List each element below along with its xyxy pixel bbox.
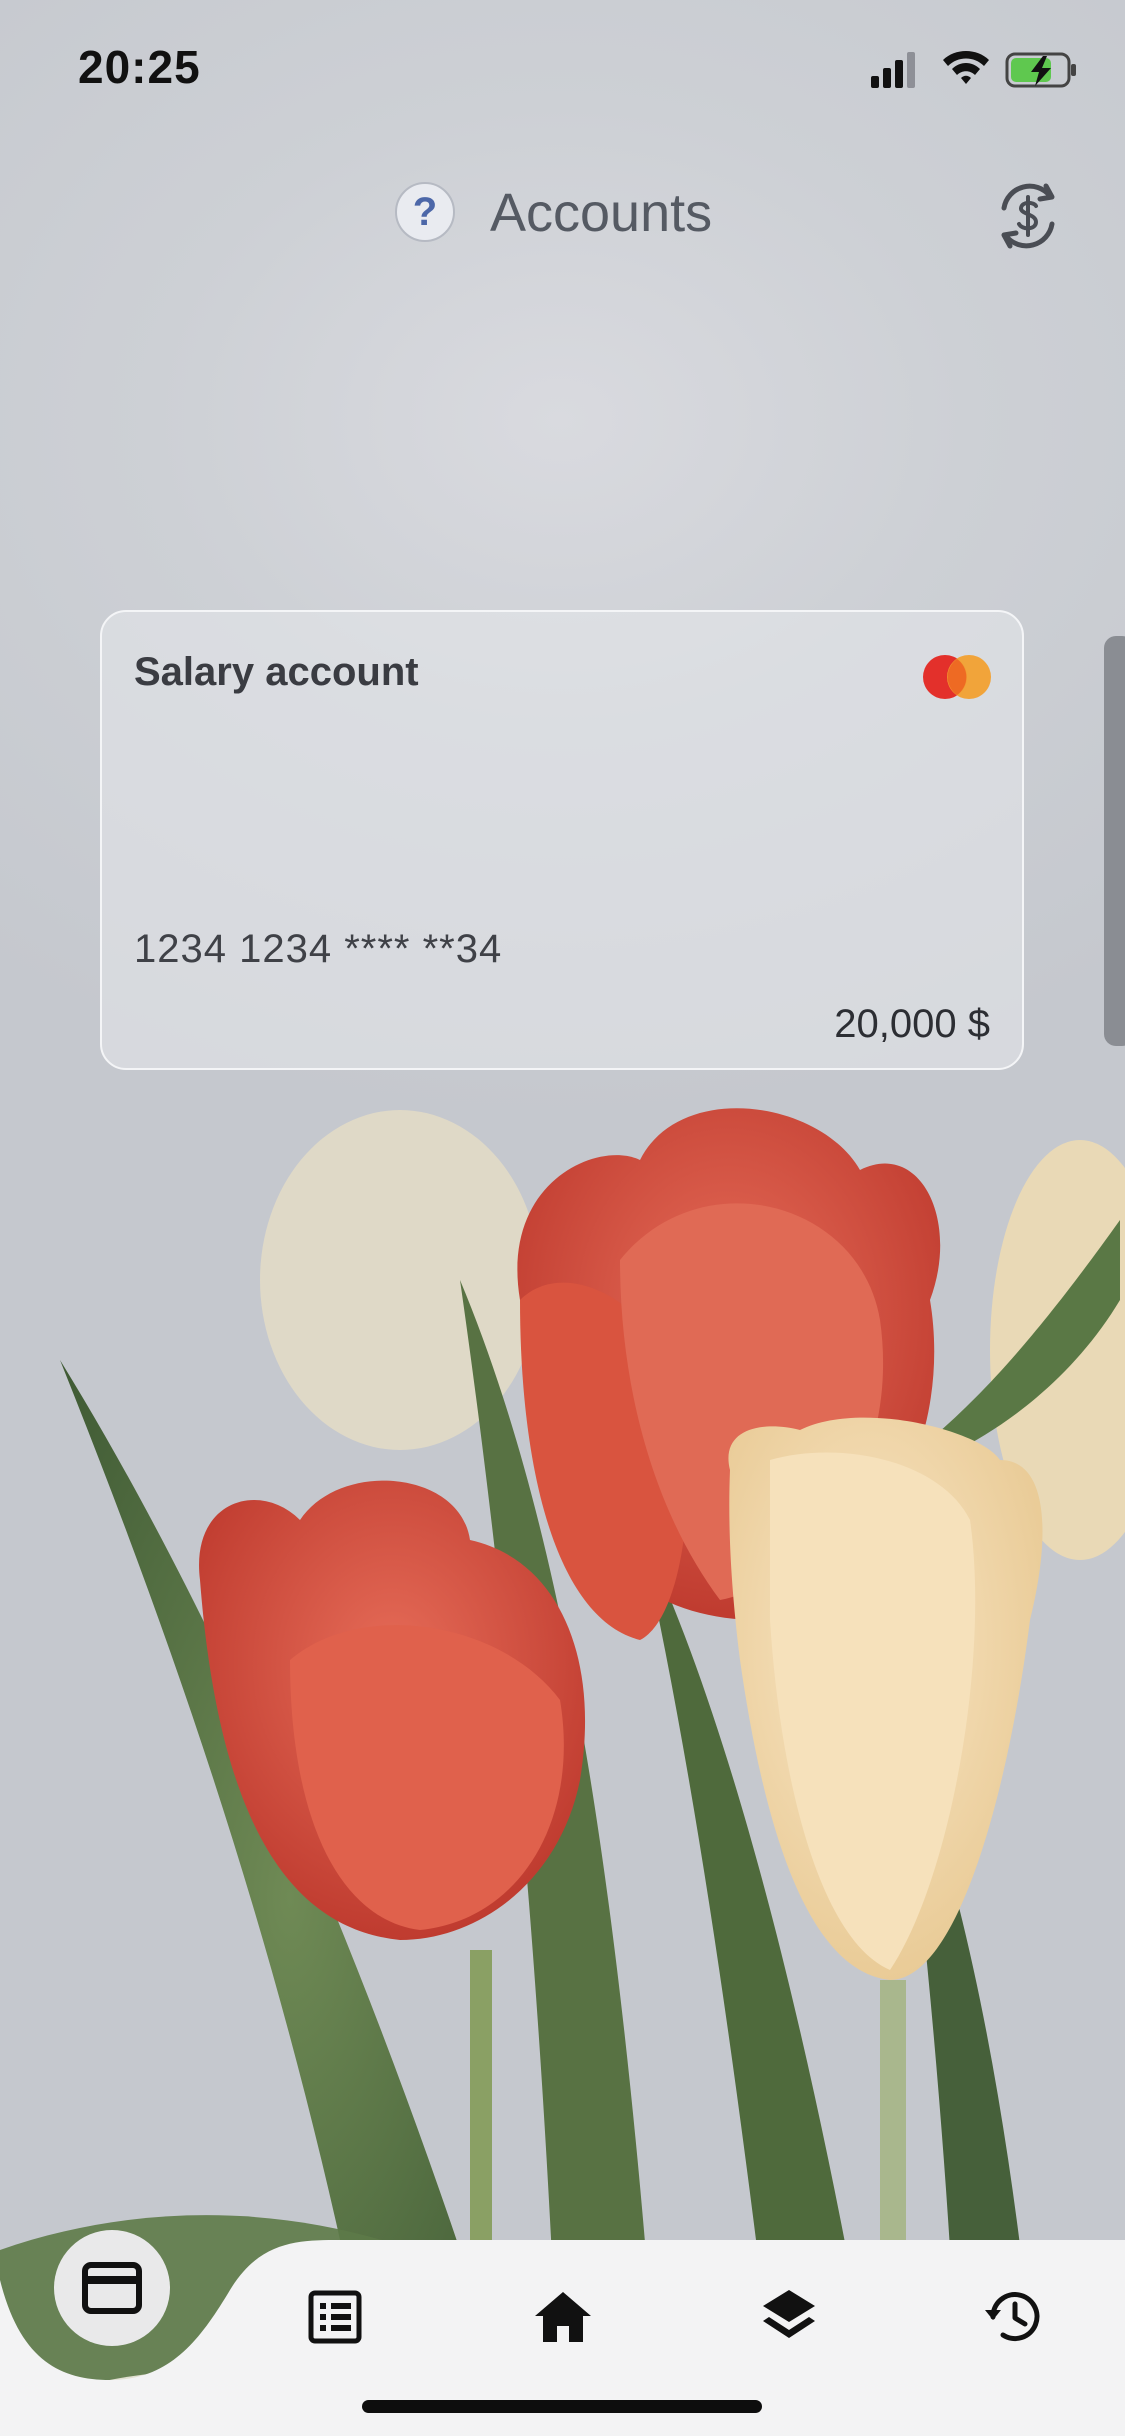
home-icon — [535, 2292, 591, 2342]
battery-icon — [1005, 52, 1076, 88]
side-drawer-handle[interactable] — [1104, 636, 1125, 1046]
tab-home[interactable] — [508, 2262, 618, 2372]
tab-history[interactable] — [958, 2262, 1068, 2372]
list-icon — [308, 2290, 362, 2344]
tab-list[interactable] — [280, 2262, 390, 2372]
status-time: 20:25 — [78, 41, 201, 93]
wifi-icon — [943, 51, 989, 84]
account-number: 1234 1234 **** **34 — [134, 927, 503, 971]
tab-cards[interactable] — [54, 2230, 170, 2346]
app-header: ? Accounts — [0, 160, 1125, 270]
account-name: Salary account — [134, 650, 419, 694]
account-balance: 20,000 $ — [834, 1002, 990, 1046]
tab-layers[interactable] — [734, 2262, 844, 2372]
mastercard-logo-icon — [923, 655, 991, 699]
status-bar: 20:25 — [0, 0, 1125, 140]
account-card[interactable]: Salary account 1234 1234 **** **34 20,00… — [100, 610, 1024, 1070]
cellular-signal-icon — [871, 52, 915, 88]
currency-exchange-icon[interactable] — [990, 178, 1066, 254]
credit-card-icon — [82, 2262, 142, 2314]
help-button[interactable]: ? — [395, 182, 455, 242]
history-icon — [985, 2292, 1040, 2342]
page-title: Accounts — [490, 183, 713, 243]
status-icons — [871, 51, 1076, 88]
layers-icon — [763, 2290, 815, 2338]
home-indicator[interactable] — [362, 2400, 762, 2413]
